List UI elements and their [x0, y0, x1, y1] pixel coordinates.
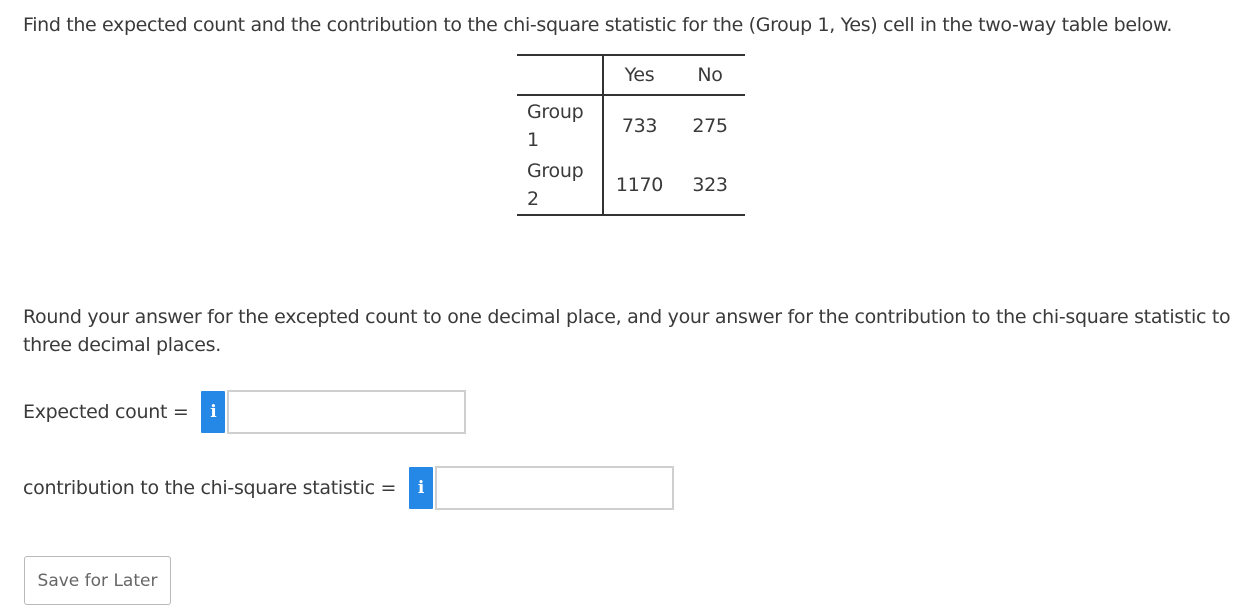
row-header-group-1: Group 1: [517, 95, 604, 155]
expected-count-input[interactable]: [227, 390, 467, 434]
rounding-instructions: Round your answer for the excepted count…: [23, 306, 1231, 356]
column-header-yes: Yes: [624, 64, 655, 86]
cell-group-1-yes: 733: [621, 114, 658, 137]
expected-count-row: Expected count = i: [23, 390, 467, 434]
two-way-table: Yes No Group 1 733 275 Group 2 1170 323: [517, 54, 745, 216]
column-header-no: No: [697, 64, 723, 86]
expected-count-label: Expected count =: [23, 401, 189, 423]
chi-square-contribution-input[interactable]: [435, 466, 675, 510]
table-corner-cell: [517, 55, 604, 95]
table-row-group-2: Group 2 1170 323: [517, 155, 745, 215]
cell-group-1-no: 275: [692, 114, 728, 137]
row-header-group-2-word: Group: [527, 159, 584, 182]
save-for-later-button[interactable]: Save for Later: [24, 556, 171, 605]
chi-square-contribution-info-icon[interactable]: i: [409, 467, 434, 509]
row-header-group-1-word: Group: [527, 100, 584, 123]
cell-group-2-yes: 1170: [615, 173, 664, 196]
row-header-group-2-number: 2: [527, 187, 539, 210]
table-row-group-1: Group 1 733 275: [517, 95, 745, 155]
chi-square-contribution-row: contribution to the chi-square statistic…: [23, 466, 675, 510]
table-header-row: Yes No: [517, 55, 745, 95]
expected-count-info-icon[interactable]: i: [201, 391, 226, 433]
question-text: Find the expected count and the contribu…: [23, 14, 1173, 36]
cell-group-2-no: 323: [692, 173, 728, 196]
row-header-group-1-number: 1: [527, 128, 539, 151]
chi-square-contribution-label: contribution to the chi-square statistic…: [23, 477, 397, 499]
row-header-group-2: Group 2: [517, 155, 604, 215]
